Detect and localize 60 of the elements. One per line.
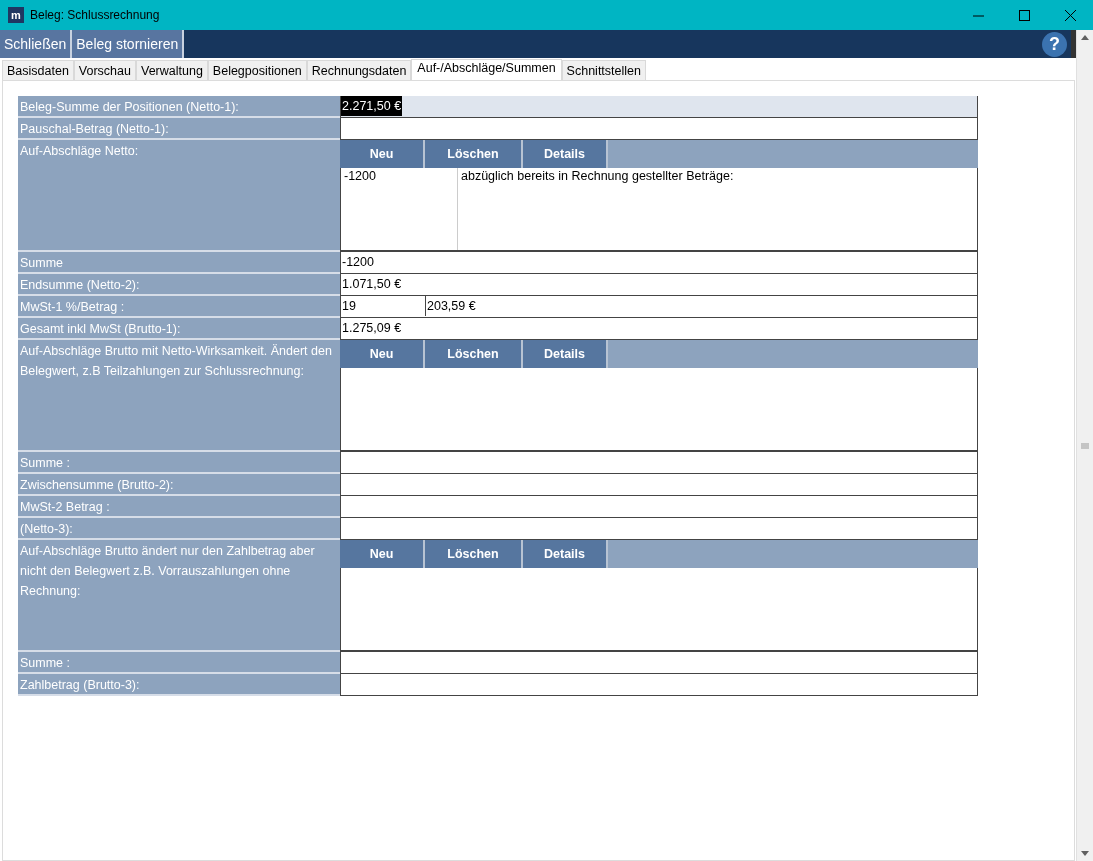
toolbar-button[interactable]: Schließen [0, 30, 73, 58]
maximize-icon [1018, 9, 1030, 21]
section-button[interactable]: Neu [340, 340, 425, 368]
tab[interactable]: Schnittstellen [561, 60, 646, 80]
entry-amount[interactable]: -1200 [341, 168, 458, 250]
field-value: 1.275,09 € [341, 320, 403, 337]
section-button[interactable]: Neu [340, 540, 425, 568]
close-icon [1064, 9, 1076, 21]
value-field[interactable] [340, 452, 978, 474]
field-label: Summe [18, 252, 340, 274]
section-button[interactable]: Details [523, 340, 608, 368]
tab[interactable]: Basisdaten [2, 60, 74, 80]
field-label: Zahlbetrag (Brutto-3): [18, 674, 340, 696]
field-value: 2.271,50 € [341, 96, 403, 116]
toolbar-button[interactable]: Beleg stornieren [72, 30, 185, 58]
section-button[interactable]: Löschen [425, 340, 523, 368]
value-field[interactable] [340, 496, 978, 518]
tab[interactable]: Verwaltung [136, 60, 208, 80]
value-field[interactable] [340, 674, 978, 696]
value-field[interactable] [340, 518, 978, 540]
field-label: Beleg-Summe der Positionen (Netto-1): [18, 96, 340, 118]
field-label: Summe : [18, 652, 340, 674]
field-label: MwSt-2 Betrag : [18, 496, 340, 518]
grip-icon [1081, 442, 1089, 449]
field-value: 19 [341, 296, 426, 316]
entry-text[interactable]: abzüglich bereits in Rechnung gestellter Beträge: [458, 168, 737, 250]
field-value: -1200 [341, 254, 375, 271]
tab[interactable]: Vorschau [73, 60, 136, 80]
section-label: Auf-Abschläge Brutto mit Netto-Wirksamkeit. Ändert den Belegwert, z.B Teilzahlungen zur Schlussrechnung: [18, 340, 340, 452]
field-label: Gesamt inkl MwSt (Brutto-1): [18, 318, 340, 340]
tab[interactable]: Auf-/Abschläge/Summen [411, 59, 562, 80]
field-label: (Netto-3): [18, 518, 340, 540]
tab[interactable]: Belegpositionen [207, 60, 307, 80]
value-field[interactable] [340, 474, 978, 496]
value-field[interactable]: 1.275,09 € [340, 318, 978, 340]
value-field[interactable]: 2.271,50 € [340, 96, 978, 118]
value-field[interactable] [340, 118, 978, 140]
section-button[interactable]: Details [523, 140, 608, 168]
value-field[interactable]: 1.071,50 € [340, 274, 978, 296]
field-label: Pauschal-Betrag (Netto-1): [18, 118, 340, 140]
window-title: Beleg: Schlussrechnung [30, 8, 161, 22]
tab[interactable]: Rechnungsdaten [306, 60, 412, 80]
section-label: Auf-Abschläge Brutto ändert nur den Zahlbetrag aber nicht den Belegwert z.B. Vorrauszahlungen ohne Rechnung: [18, 540, 340, 652]
section-label: Auf-Abschläge Netto: [18, 140, 340, 252]
value-field[interactable]: 19 203,59 € [340, 296, 978, 318]
section-button[interactable]: Neu [340, 140, 425, 168]
app-logo-icon: m [8, 7, 24, 23]
value-field[interactable]: -1200 [340, 252, 978, 274]
section-button[interactable]: Löschen [425, 540, 523, 568]
field-label: MwSt-1 %/Betrag : [18, 296, 340, 318]
value-field[interactable] [340, 652, 978, 674]
field-label: Summe : [18, 452, 340, 474]
scrollbar[interactable] [1076, 30, 1093, 861]
field-label: Zwischensumme (Brutto-2): [18, 474, 340, 496]
help-button[interactable]: ? [1042, 31, 1067, 57]
section-button[interactable]: Löschen [425, 140, 523, 168]
section-button[interactable]: Details [523, 540, 608, 568]
field-label: Endsumme (Netto-2): [18, 274, 340, 296]
field-value: 203,59 € [426, 298, 477, 315]
field-value: 1.071,50 € [341, 276, 403, 293]
